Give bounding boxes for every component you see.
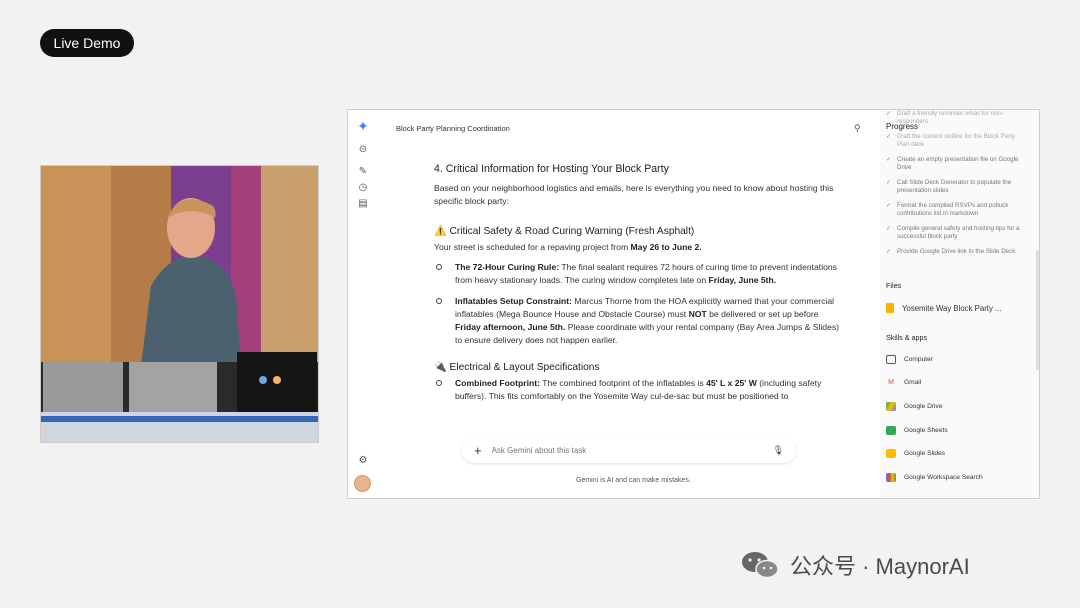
gems-icon[interactable]: ▤ (355, 195, 371, 211)
side-scrollbar[interactable] (1036, 250, 1039, 370)
progress-list: Draft a friendly reminder email for non-… (886, 110, 1026, 263)
skills-title: Skills & apps (886, 333, 928, 342)
gmail-icon: M (888, 379, 894, 387)
file-item[interactable]: Yosemite Way Block Party ... (886, 303, 1036, 313)
history-icon[interactable]: ◷ (355, 179, 371, 195)
toggle-icon[interactable]: ⊝ (355, 141, 371, 157)
edit-icon[interactable]: ✎ (355, 163, 371, 179)
app-gmail[interactable]: M Gmail (886, 378, 983, 388)
watermark-text: 公众号 · MaynorAI (790, 554, 970, 579)
list-item: Provide Google Drive link to the Slide D… (886, 248, 1026, 256)
sheets-icon (886, 425, 896, 435)
list-item: The 72-Hour Curing Rule: The final seala… (434, 261, 844, 287)
intro-paragraph: Based on your neighborhood logistics and… (434, 183, 834, 206)
avatar[interactable] (354, 475, 371, 492)
list-item: Draft the content outline for the Block … (886, 133, 1026, 149)
slides-file-icon (886, 303, 894, 313)
disclaimer: Gemini is AI and can make mistakes. (576, 477, 691, 484)
app-google-sheets[interactable]: Google Sheets (886, 425, 983, 435)
safety-heading: ⚠️ Critical Safety & Road Curing Warning… (434, 226, 695, 237)
slides-icon (886, 449, 896, 459)
list-item: Call Slide Deck Generator to populate th… (886, 179, 1026, 195)
gemini-app-window: ✦ ⊝ ✎ ◷ ▤ ⚙ Block Party Planning Coordin… (347, 109, 1040, 499)
ask-input[interactable] (491, 445, 773, 455)
files-title: Files (886, 281, 902, 290)
list-item: Combined Footprint: The combined footpri… (434, 377, 844, 403)
electrical-heading: 🔌 Electrical & Layout Specifications (434, 362, 600, 373)
microphone-icon[interactable]: 🎙 (773, 445, 784, 456)
list-item: Create an empty presentation file on Goo… (886, 156, 1026, 172)
workspace-search-icon (886, 472, 896, 482)
app-computer[interactable]: Computer (886, 354, 983, 364)
add-icon[interactable]: + (474, 443, 482, 458)
presenter-video (40, 165, 319, 443)
list-item: Compile general safety and hosting tips … (886, 225, 1026, 241)
gemini-spark-icon[interactable]: ✦ (355, 118, 371, 134)
app-google-slides[interactable]: Google Slides (886, 449, 983, 459)
pin-icon[interactable]: ⚲ (854, 123, 861, 134)
list-item: Inflatables Setup Constraint: Marcus Tho… (434, 295, 844, 347)
drive-icon (886, 401, 896, 411)
app-google-drive[interactable]: Google Drive (886, 401, 983, 411)
section-heading: 4. Critical Information for Hosting Your… (434, 163, 669, 175)
side-panel: Draft a friendly reminder email for non-… (880, 110, 1039, 498)
wechat-icon (742, 552, 779, 579)
left-rail: ✦ ⊝ ✎ ◷ ▤ ⚙ (348, 110, 378, 498)
apps-list: Computer M Gmail Google Drive Google Shee… (886, 354, 983, 496)
app-workspace-search[interactable]: Google Workspace Search (886, 472, 983, 482)
ask-bar: + 🎙 (462, 437, 796, 463)
progress-title: Progress (886, 122, 919, 131)
computer-icon (886, 354, 896, 364)
live-demo-badge: Live Demo (40, 29, 134, 57)
watermark: 公众号 · MaynorAI (740, 549, 970, 581)
chat-title: Block Party Planning Coordination (396, 124, 510, 133)
street-paragraph: Your street is scheduled for a repaving … (434, 242, 702, 252)
file-name: Yosemite Way Block Party ... (902, 303, 1002, 313)
list-item: Format the compiled RSVPs and potluck co… (886, 202, 1026, 218)
response-content: 4. Critical Information for Hosting Your… (434, 163, 844, 428)
settings-icon[interactable]: ⚙ (355, 452, 371, 468)
